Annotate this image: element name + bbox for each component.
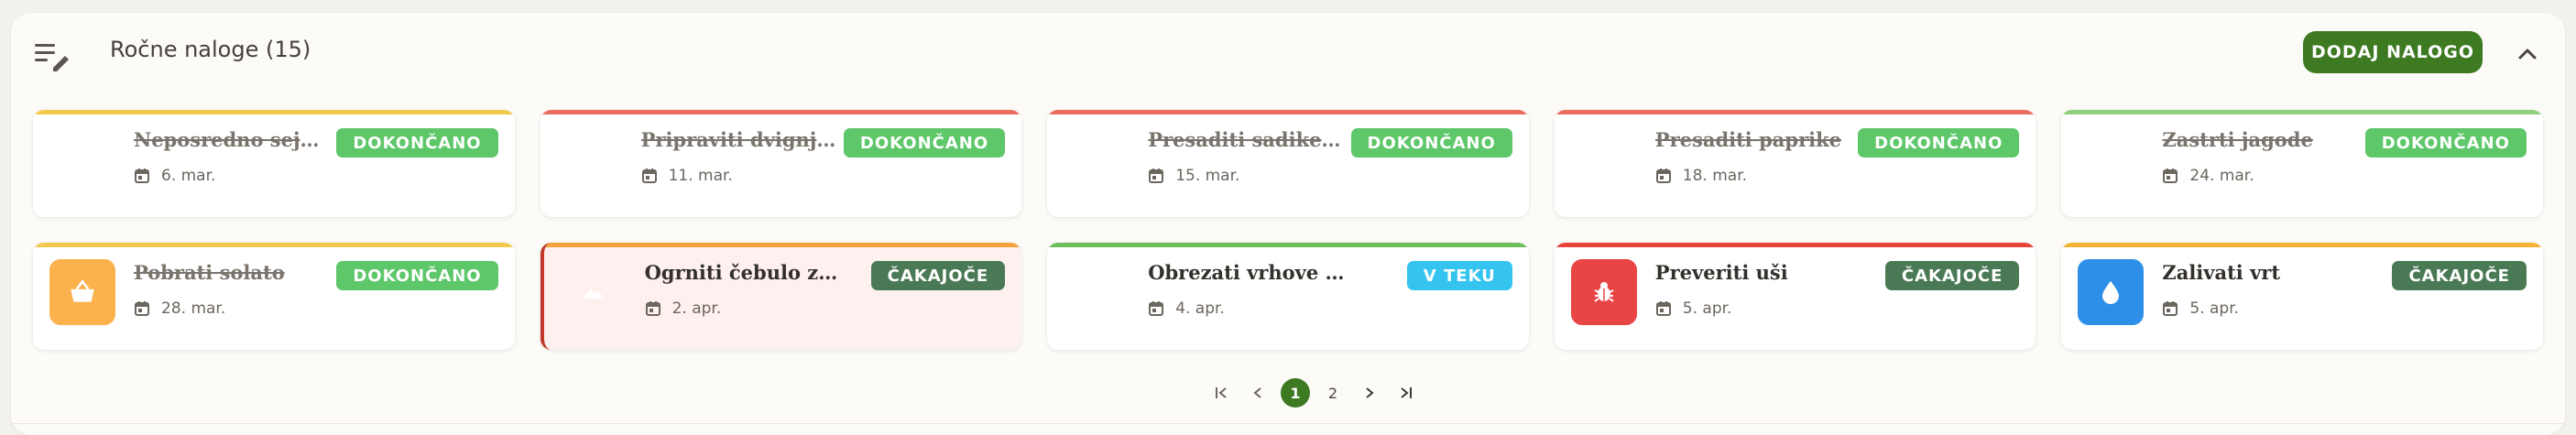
task-name: Preveriti uši — [1654, 261, 1788, 284]
task-card[interactable]: Pripraviti dvignjene g… 11. mar. DOKONČANO — [540, 110, 1022, 217]
status-badge: ČAKAJOČE — [2392, 261, 2527, 290]
basket-icon — [49, 259, 115, 325]
task-date-text: 18. mar. — [1682, 167, 1748, 185]
task-date: 5. apr. — [2162, 299, 2239, 318]
card-accent-bar — [33, 243, 515, 247]
bug-icon — [1570, 259, 1637, 325]
panel-header: Ročne naloge (15) DODAJ NALOGO — [11, 13, 2565, 88]
panel-title: Ročne naloge (15) — [110, 37, 311, 62]
prev-page-icon[interactable] — [1244, 377, 1272, 408]
calendar-icon — [2163, 169, 2178, 183]
task-card[interactable]: Zalivati vrt 5. apr. ČAKAJOČE — [2061, 243, 2543, 350]
status-badge: DOKONČANO — [1350, 128, 1512, 158]
task-date-text: 24. mar. — [2189, 167, 2254, 185]
task-date-text: 28. mar. — [161, 299, 226, 318]
task-date: 28. mar. — [134, 299, 225, 318]
calendar-icon — [1655, 301, 1671, 316]
task-date-text: 15. mar. — [1175, 167, 1240, 185]
task-card[interactable]: Zastrti jagode 24. mar. DOKONČANO — [2061, 110, 2543, 217]
add-task-button[interactable]: DODAJ NALOGO — [2303, 31, 2483, 73]
task-card[interactable]: Preveriti uši 5. apr. ČAKAJOČE — [1554, 243, 2036, 350]
card-accent-bar — [1554, 110, 2036, 114]
task-date-text: 5. apr. — [1682, 299, 1732, 318]
status-badge: DOKONČANO — [843, 128, 1006, 158]
task-card[interactable]: Pobrati solato 28. mar. DOKONČANO — [33, 243, 515, 350]
mountain-icon — [561, 259, 627, 325]
page-1-button[interactable]: 1 — [1281, 378, 1310, 408]
manual-tasks-panel: Ročne naloge (15) DODAJ NALOGO Neposredn… — [11, 13, 2565, 435]
task-date: 18. mar. — [1655, 167, 1747, 185]
task-date: 15. mar. — [1148, 167, 1239, 185]
calendar-icon — [1149, 169, 1164, 183]
last-page-icon[interactable] — [1392, 377, 1420, 408]
task-name: Presaditi sadike para… — [1148, 128, 1345, 151]
calendar-icon — [1655, 169, 1671, 183]
calendar-icon — [135, 301, 149, 316]
first-page-icon[interactable] — [1207, 377, 1235, 408]
task-name: Pripraviti dvignjene g… — [640, 128, 838, 151]
task-date-text: 5. apr. — [2189, 299, 2240, 318]
task-date: 5. apr. — [1655, 299, 1732, 318]
task-card[interactable]: Presaditi sadike para… 15. mar. DOKONČANO — [1047, 110, 1529, 217]
chevron-up-icon[interactable] — [2515, 43, 2540, 63]
task-date-text: 11. mar. — [668, 167, 733, 185]
task-card[interactable]: Neposredno sejati ko… 6. mar. DOKONČANO — [33, 110, 515, 217]
calendar-icon — [1149, 301, 1164, 316]
card-accent-bar — [2061, 243, 2543, 247]
task-name: Obrezati vrhove bazilike — [1148, 261, 1345, 284]
task-date-text: 2. apr. — [671, 299, 722, 318]
task-date: 11. mar. — [641, 167, 733, 185]
water-drop-icon — [2078, 259, 2145, 325]
card-accent-bar — [1047, 243, 1529, 247]
task-date: 6. mar. — [134, 167, 215, 185]
list-edit-icon — [35, 44, 69, 71]
calendar-icon — [645, 301, 660, 316]
status-badge: ČAKAJOČE — [870, 261, 1006, 290]
task-card[interactable]: Presaditi paprike 18. mar. DOKONČANO — [1554, 110, 2036, 217]
task-card[interactable]: Ogrniti čebulo z zemljo 2. apr. ČAKAJOČE — [540, 243, 1022, 350]
next-page-icon[interactable] — [1356, 377, 1383, 408]
task-date: 4. apr. — [1148, 299, 1225, 318]
task-date-text: 4. apr. — [1175, 299, 1225, 318]
status-badge: DOKONČANO — [336, 128, 498, 158]
task-name: Presaditi paprike — [1654, 128, 1842, 151]
card-accent-bar — [1047, 110, 1529, 114]
card-accent-bar — [1554, 243, 2036, 247]
task-date-text: 6. mar. — [161, 167, 216, 185]
task-grid: Neposredno sejati ko…6. mar.DOKONČANOPri… — [33, 110, 2543, 350]
card-accent-bar — [540, 110, 1022, 114]
calendar-icon — [641, 169, 657, 183]
status-badge: DOKONČANO — [336, 261, 498, 290]
status-badge: DOKONČANO — [2364, 128, 2527, 158]
status-badge: V TEKU — [1406, 261, 1512, 290]
calendar-icon — [135, 169, 149, 183]
status-badge: DOKONČANO — [1858, 128, 2020, 158]
task-date: 24. mar. — [2162, 167, 2254, 185]
task-name: Pobrati solato — [134, 261, 285, 284]
task-name: Zastrti jagode — [2162, 128, 2313, 151]
task-name: Neposredno sejati ko… — [134, 128, 331, 151]
task-card[interactable]: Obrezati vrhove bazilike 4. apr. V TEKU — [1047, 243, 1529, 350]
page-2-button[interactable]: 2 — [1319, 377, 1347, 408]
calendar-icon — [2163, 301, 2178, 316]
task-name: Zalivati vrt — [2162, 261, 2281, 284]
task-date: 2. apr. — [645, 299, 722, 318]
card-accent-bar — [2061, 110, 2543, 114]
card-accent-bar — [543, 243, 1022, 247]
pagination: 1 2 — [1207, 377, 1420, 408]
task-name: Ogrniti čebulo z zemljo — [644, 261, 842, 284]
card-accent-bar — [33, 110, 515, 114]
divider — [11, 423, 2565, 424]
status-badge: ČAKAJOČE — [1884, 261, 2020, 290]
